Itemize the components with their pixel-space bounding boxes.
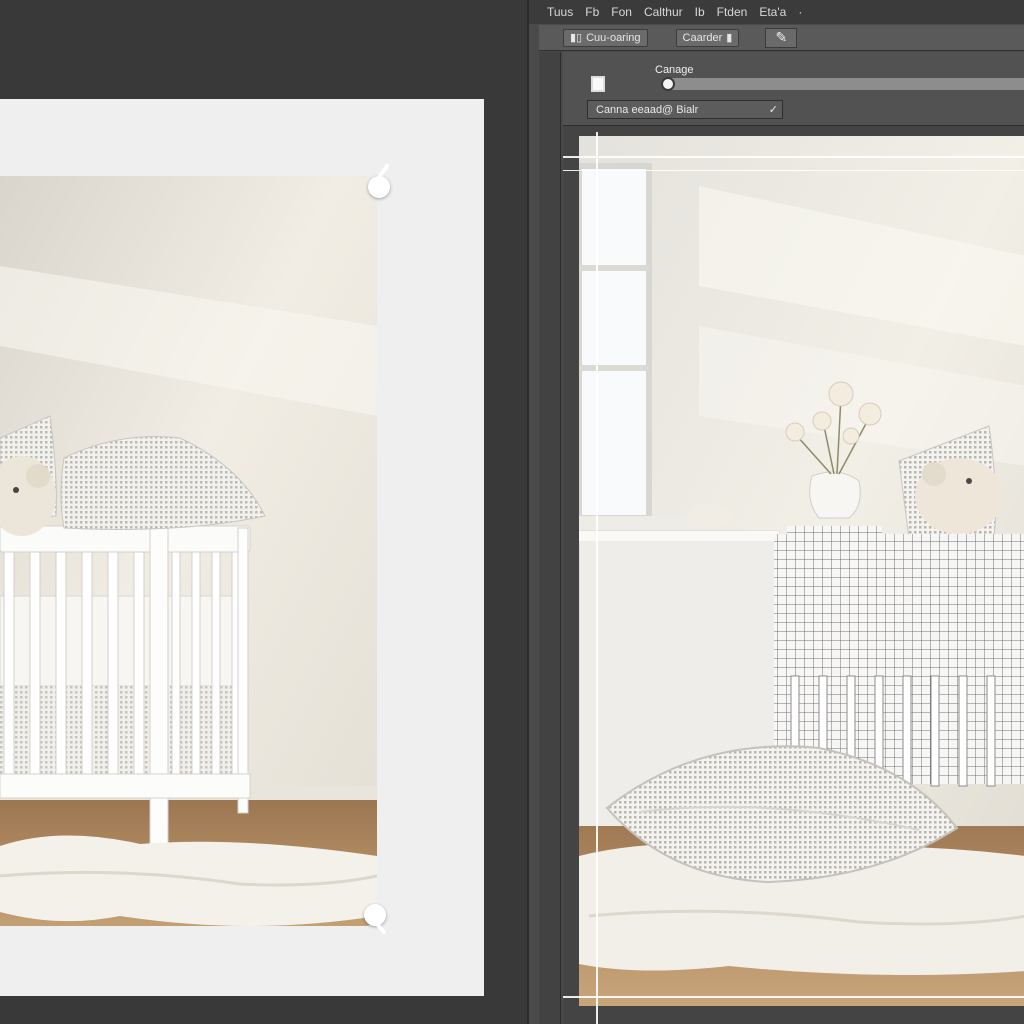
menu-item-5[interactable]: Ftden [717,5,748,19]
options-select-value: Canna eeaad@ Bialr [596,103,699,116]
editor-canvas[interactable] [563,126,1024,1024]
tools-sidebar [539,52,561,1024]
menu-item-3[interactable]: Calthur [644,5,683,19]
tool-options-bar: ▮▯ Cuu-oaring Caarder ▮ ✎ [539,25,1024,51]
nursery-composite-illustration [579,136,1024,1006]
corner-pin-top[interactable] [368,176,390,198]
nursery-illustration [0,176,377,926]
horizontal-guide-secondary[interactable] [563,170,1024,171]
menu-item-1[interactable]: Fb [585,5,599,19]
options-panel: Canage Canna eeaad@ Bialr ✓ [563,52,1024,126]
checkmark-icon: ✓ [768,104,778,116]
canvas-image[interactable] [579,136,1024,1006]
horizontal-guide-bottom[interactable] [563,996,1024,998]
corner-pin-bottom[interactable] [364,904,386,926]
nursery-photo [0,176,377,926]
image-editor-window: Tuus Fb Fon Calthur Ib Ftden Eta'a · ▮▯ … [527,0,1024,1024]
pen-tool-icon[interactable]: ✎ [765,27,798,48]
options-select[interactable]: Canna eeaad@ Bialr ✓ [587,100,783,119]
menu-item-0[interactable]: Tuus [547,5,573,19]
options-slider-track[interactable] [669,78,1024,90]
menu-overflow[interactable]: · [798,5,802,19]
grip-icon: ▮▯ [570,32,583,44]
vertical-guide-left[interactable] [596,132,598,1024]
toolbar-field-left-label: Cuu-oaring [586,31,641,44]
document-preview-pane [0,0,527,1024]
toolbar-field-right[interactable]: Caarder ▮ [675,28,740,47]
menu-bar: Tuus Fb Fon Calthur Ib Ftden Eta'a · [529,0,1024,24]
toolbar-field-left[interactable]: ▮▯ Cuu-oaring [563,28,648,47]
menu-item-2[interactable]: Fon [611,5,632,19]
horizontal-guide-top[interactable] [563,156,1024,158]
dropdown-marker-icon: ▮ [726,32,733,44]
options-checkbox[interactable] [591,76,605,92]
options-label: Canage [655,64,694,76]
toolbar-field-right-label: Caarder [682,31,723,44]
options-slider-knob[interactable] [661,77,675,91]
menu-item-6[interactable]: Eta'a [759,5,786,19]
menu-item-4[interactable]: Ib [695,5,705,19]
